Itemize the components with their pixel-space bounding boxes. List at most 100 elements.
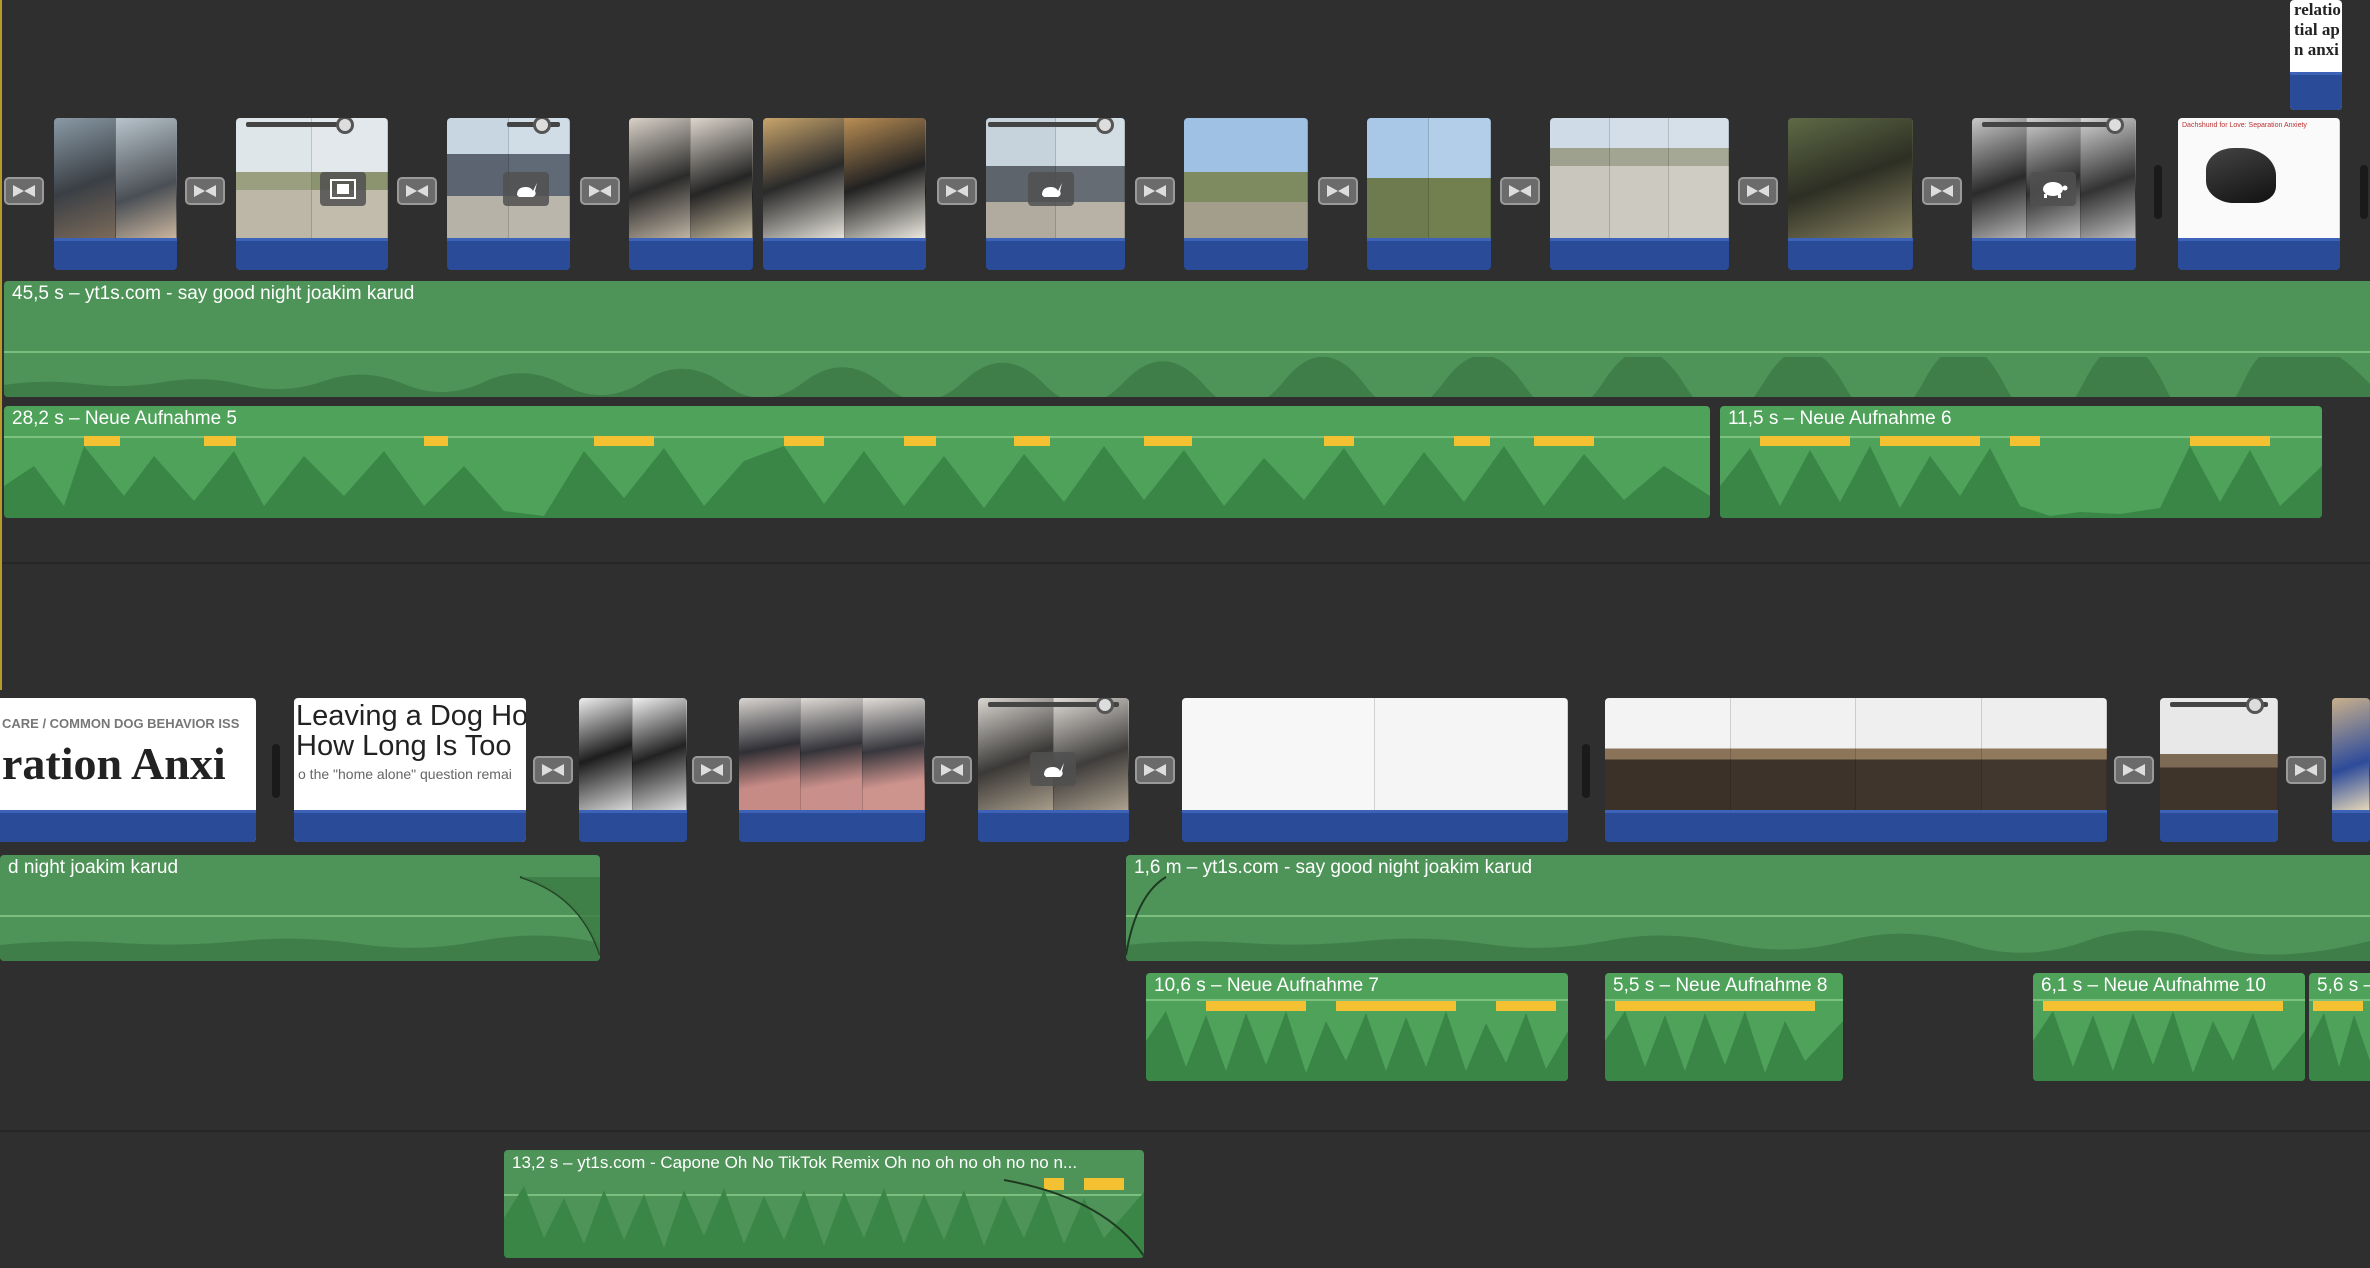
- transition-bowtie-icon: [589, 185, 611, 197]
- transition-button[interactable]: [692, 756, 732, 784]
- audio-waveform: [2309, 1001, 2370, 1081]
- transition-bowtie-icon: [2123, 764, 2145, 776]
- video-clip-leaving-dog-article[interactable]: Leaving a Dog Ho How Long Is Too o the "…: [294, 698, 526, 842]
- web-text-line: relatio: [2294, 0, 2341, 19]
- transition-button[interactable]: [1318, 177, 1358, 205]
- video-clip-dog-stairs[interactable]: [579, 698, 687, 842]
- transition-bowtie-icon: [1931, 185, 1953, 197]
- transition-button[interactable]: [2114, 756, 2154, 784]
- transition-button[interactable]: [580, 177, 620, 205]
- rabbit-icon: [1044, 763, 1064, 777]
- audio-waveform: [4, 436, 1710, 518]
- web-breadcrumb: CARE / COMMON DOG BEHAVIOR ISS: [2, 716, 240, 731]
- voiceover-label: 5,6 s –: [2317, 975, 2370, 996]
- clip-bar: [2290, 72, 2342, 110]
- transition-bowtie-icon: [946, 185, 968, 197]
- voiceover-clip-8[interactable]: 5,5 s – Neue Aufnahme 8: [1605, 973, 1843, 1081]
- transition-button[interactable]: [1500, 177, 1540, 205]
- turtle-icon: [2043, 182, 2068, 198]
- web-subline: o the "home alone" question remai: [298, 766, 512, 782]
- transition-button[interactable]: [1922, 177, 1962, 205]
- voiceover-label: 6,1 s – Neue Aufnahme 10: [2041, 975, 2266, 996]
- transition-bowtie-icon: [701, 764, 723, 776]
- voiceover-clip-10[interactable]: 6,1 s – Neue Aufnahme 10: [2033, 973, 2305, 1081]
- video-clip-dogs-play[interactable]: [1972, 118, 2136, 270]
- music-clip-say-good-night-2[interactable]: 1,6 m – yt1s.com - say good night joakim…: [1126, 855, 2370, 961]
- voiceover-label: 11,5 s – Neue Aufnahme 6: [1728, 408, 1952, 429]
- video-clip-edge[interactable]: [2332, 698, 2370, 842]
- audio-waveform: [1126, 876, 2370, 961]
- transition-button[interactable]: [937, 177, 977, 205]
- doc-thumb-text: Dachshund for Love: Separation Anxiety: [2182, 122, 2307, 129]
- transition-button[interactable]: [932, 756, 972, 784]
- voiceover-clip-6[interactable]: 11,5 s – Neue Aufnahme 6: [1720, 406, 2322, 518]
- speed-badge: [1028, 172, 1074, 206]
- video-clip-dog-door[interactable]: [986, 118, 1125, 270]
- video-clip-field-wide[interactable]: [1367, 118, 1491, 270]
- video-clip-dog-indoor-1[interactable]: [629, 118, 753, 270]
- video-clip-pet-camera-product[interactable]: [1605, 698, 2107, 842]
- voiceover-clip-7[interactable]: 10,6 s – Neue Aufnahme 7: [1146, 973, 1568, 1081]
- clip-trim-handle[interactable]: [1582, 744, 1590, 798]
- music-clip-say-good-night-tail[interactable]: d night joakim karud: [0, 855, 600, 961]
- music-clip-say-good-night[interactable]: 45,5 s – yt1s.com - say good night joaki…: [4, 281, 2370, 397]
- rabbit-icon: [517, 183, 537, 197]
- music-clip-capone-oh-no[interactable]: 13,2 s – yt1s.com - Capone Oh No TikTok …: [504, 1150, 1144, 1258]
- video-clip-dog-room[interactable]: [978, 698, 1129, 842]
- video-clip-dog-indoor-2[interactable]: [763, 118, 926, 270]
- web-headline-line: Leaving a Dog Ho: [296, 700, 526, 732]
- transition-bowtie-icon: [1144, 764, 1166, 776]
- video-clip-screen-recording[interactable]: [1182, 698, 1568, 842]
- voiceover-label: 28,2 s – Neue Aufnahme 5: [12, 408, 237, 429]
- clip-trim-handle[interactable]: [2154, 165, 2162, 219]
- clip-trim-handle[interactable]: [2360, 165, 2368, 219]
- transition-bowtie-icon: [1747, 185, 1769, 197]
- audio-waveform: [2033, 1001, 2305, 1081]
- transition-button[interactable]: [1738, 177, 1778, 205]
- voiceover-clip-partial[interactable]: 5,6 s –: [2309, 973, 2370, 1081]
- video-clip-field-path[interactable]: [1184, 118, 1308, 270]
- music-clip-label: 45,5 s – yt1s.com - say good night joaki…: [12, 283, 415, 304]
- transition-button[interactable]: [397, 177, 437, 205]
- transition-bowtie-icon: [13, 185, 35, 197]
- voiceover-clip-5[interactable]: 28,2 s – Neue Aufnahme 5: [4, 406, 1710, 518]
- transition-button[interactable]: [533, 756, 573, 784]
- row-separator: [0, 562, 2370, 564]
- transition-bowtie-icon: [1144, 185, 1166, 197]
- transition-button[interactable]: [185, 177, 225, 205]
- video-clip-people-path[interactable]: [236, 118, 388, 270]
- speed-badge: [503, 172, 549, 206]
- transition-bowtie-icon: [941, 764, 963, 776]
- transition-button[interactable]: [2286, 756, 2326, 784]
- speed-badge: [1030, 752, 1076, 786]
- audio-waveform: [1720, 436, 2322, 518]
- transition-bowtie-icon: [542, 764, 564, 776]
- transition-bowtie-icon: [1509, 185, 1531, 197]
- video-clip-dog-road[interactable]: [1550, 118, 1729, 270]
- video-clip-dog-grass[interactable]: [1788, 118, 1913, 270]
- music-clip-label: 13,2 s – yt1s.com - Capone Oh No TikTok …: [512, 1153, 1078, 1172]
- web-text-line: n anxi: [2294, 40, 2339, 59]
- transition-button[interactable]: [4, 177, 44, 205]
- voiceover-label: 10,6 s – Neue Aufnahme 7: [1154, 975, 1379, 996]
- filmstrip-badge: [320, 172, 366, 206]
- audio-waveform: [0, 876, 600, 961]
- clip-trim-handle[interactable]: [272, 744, 280, 798]
- video-clip-car[interactable]: [54, 118, 177, 270]
- transition-button[interactable]: [1135, 177, 1175, 205]
- filmstrip-icon: [330, 179, 356, 199]
- video-clip-web-article-top[interactable]: relatio tial ap n anxi: [2290, 0, 2342, 110]
- web-headline-line: How Long Is Too: [296, 730, 512, 762]
- video-clip-building[interactable]: [447, 118, 570, 270]
- audio-waveform: [504, 1178, 1144, 1258]
- transition-bowtie-icon: [2295, 764, 2317, 776]
- video-clip-separation-anxiety-article[interactable]: CARE / COMMON DOG BEHAVIOR ISS ration An…: [0, 698, 256, 842]
- transition-bowtie-icon: [1327, 185, 1349, 197]
- video-clip-dog-bed[interactable]: [739, 698, 925, 842]
- transition-button[interactable]: [1135, 756, 1175, 784]
- web-text-line: tial ap: [2294, 20, 2340, 39]
- video-clip-hand-camera[interactable]: [2160, 698, 2278, 842]
- video-clip-dachshund-article[interactable]: Dachshund for Love: Separation Anxiety: [2178, 118, 2340, 270]
- rabbit-icon: [1042, 183, 1062, 197]
- row-separator: [0, 1130, 2370, 1132]
